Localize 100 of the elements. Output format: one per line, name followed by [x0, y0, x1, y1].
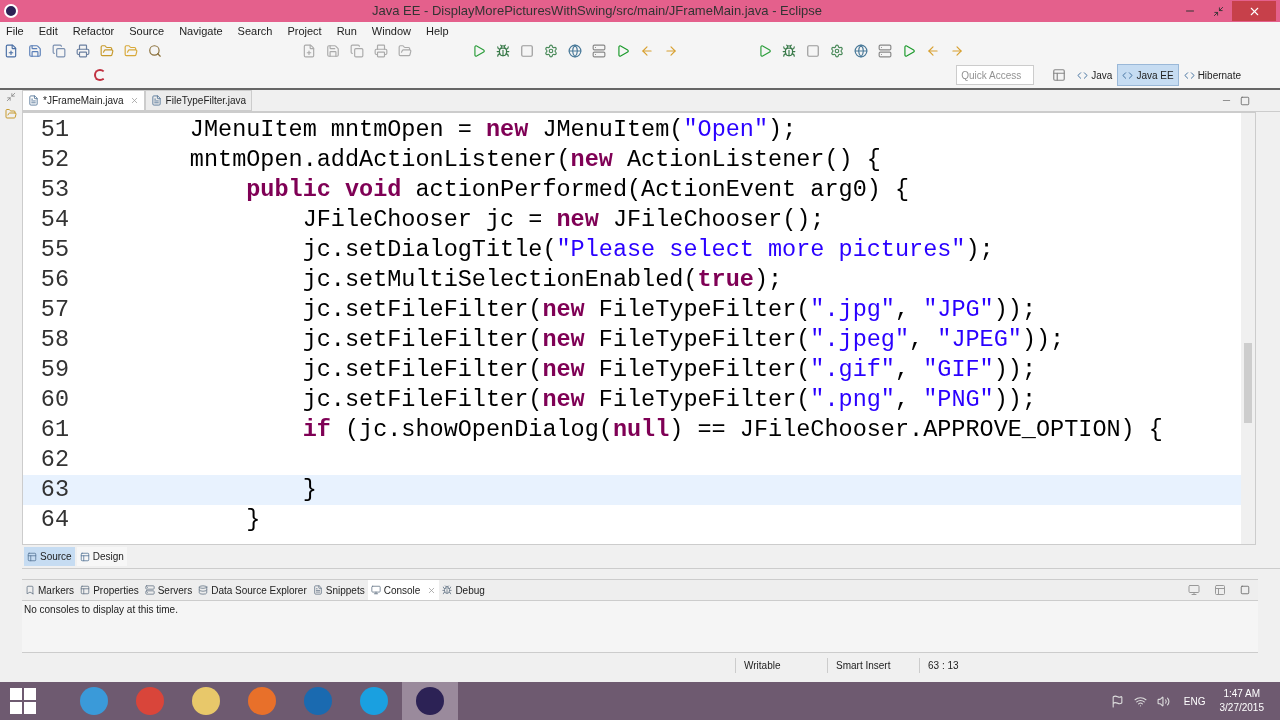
perspective-button[interactable]: Java [1072, 64, 1118, 86]
run-icon[interactable] [902, 44, 916, 58]
gear-icon[interactable] [544, 44, 558, 58]
code-line: JFileChooser jc = new JFileChooser(); [301, 205, 825, 236]
server-icon[interactable] [878, 44, 892, 58]
close-icon[interactable] [129, 96, 139, 105]
menu-item[interactable]: Refactor [72, 22, 115, 40]
quick-access-field[interactable]: Quick Access [956, 65, 1035, 85]
perspective-label: Java [1091, 68, 1113, 83]
code-icon [1183, 69, 1195, 81]
code-line: jc.setDialogTitle("Please select more pictures"); [301, 235, 994, 266]
bug-icon[interactable] [782, 44, 796, 58]
menu-item[interactable]: Navigate [179, 22, 223, 40]
save-icon[interactable] [28, 44, 42, 58]
network-icon[interactable] [1133, 694, 1147, 708]
view-icon [442, 585, 453, 595]
search-icon[interactable] [148, 44, 162, 58]
menu-item[interactable]: File [6, 22, 24, 40]
globe-icon[interactable] [568, 44, 582, 58]
tab-label: Data Source Explorer [211, 583, 307, 598]
tab-label: Servers [157, 583, 193, 598]
new-file-icon[interactable] [302, 44, 316, 58]
bug-icon[interactable] [496, 44, 510, 58]
code-editor[interactable] [22, 112, 1256, 545]
printer-icon[interactable] [76, 44, 90, 58]
arrow-left-icon[interactable] [926, 44, 940, 58]
tab-label: Snippets [325, 583, 365, 598]
editor-mode-tab[interactable]: Design [76, 547, 127, 566]
maximize-icon[interactable] [1240, 585, 1250, 595]
arrow-right-icon[interactable] [950, 44, 964, 58]
editor-tab[interactable]: *JFrameMain.java [22, 90, 145, 111]
menu-item[interactable]: Source [129, 22, 165, 40]
speaker-icon[interactable] [1156, 694, 1170, 708]
view-icon [144, 585, 155, 595]
menu-item[interactable]: Run [336, 22, 357, 40]
perspective-label: Java EE [1136, 68, 1174, 83]
code-icon [1122, 69, 1134, 81]
maximize-icon[interactable] [1240, 96, 1250, 106]
tab-label: FileTypeFilter.java [165, 94, 247, 108]
menu-item[interactable]: Window [371, 22, 411, 40]
view-tab[interactable]: Properties [77, 580, 142, 600]
run-icon[interactable] [616, 44, 630, 58]
printer-icon[interactable] [374, 44, 388, 58]
view-tab[interactable]: Snippets [309, 580, 368, 600]
view-tab[interactable]: Markers [22, 580, 78, 600]
code-line: } [245, 505, 261, 536]
editor-tab[interactable]: FileTypeFilter.java [144, 90, 253, 111]
line-number: 59 [39, 355, 70, 386]
view-tab[interactable]: Console [367, 580, 440, 600]
line-number: 62 [39, 445, 70, 476]
line-number: 53 [39, 175, 70, 206]
code-line: jc.setFileFilter(new FileTypeFilter(".jpg", "JPG")); [301, 295, 1036, 326]
perspective-button[interactable]: Hibernate [1178, 64, 1246, 86]
tab-label: Markers [38, 583, 75, 598]
menu-item[interactable]: Project [287, 22, 322, 40]
copy-icon[interactable] [350, 44, 364, 58]
perspective-button[interactable]: Java EE [1117, 64, 1179, 86]
tab-label: *JFrameMain.java [43, 94, 124, 108]
tab-label: Design [92, 550, 124, 564]
restore-icon[interactable] [6, 92, 16, 102]
flag-icon[interactable] [1110, 694, 1124, 708]
window-icon[interactable] [1214, 584, 1226, 596]
view-tab[interactable]: Debug [439, 580, 488, 600]
perspective-label: Hibernate [1197, 68, 1241, 83]
line-number: 56 [39, 265, 70, 296]
language-indicator[interactable]: ENG [1183, 693, 1206, 709]
save-icon[interactable] [326, 44, 340, 58]
globe-icon[interactable] [854, 44, 868, 58]
stop-icon[interactable] [520, 44, 534, 58]
status-field: Smart Insert [827, 657, 919, 673]
view-tab[interactable]: Servers [141, 580, 196, 600]
view-tab[interactable]: Data Source Explorer [195, 580, 310, 600]
line-number: 57 [39, 295, 70, 326]
menu-item[interactable]: Edit [38, 22, 58, 40]
spinner-icon [94, 69, 106, 81]
view-icon [312, 585, 323, 595]
layout-icon [27, 551, 37, 562]
new-file-icon[interactable] [4, 44, 18, 58]
server-icon[interactable] [592, 44, 606, 58]
arrow-right-icon[interactable] [664, 44, 678, 58]
editor-mode-tab[interactable]: Source [24, 547, 75, 566]
display-icon[interactable] [1188, 584, 1200, 596]
run-icon[interactable] [472, 44, 486, 58]
close-icon[interactable] [427, 585, 437, 595]
file-icon [150, 95, 162, 106]
line-number: 52 [39, 145, 70, 176]
arrow-left-icon[interactable] [640, 44, 654, 58]
tab-label: Debug [455, 583, 485, 598]
windows-start-icon[interactable] [10, 688, 36, 714]
close-button[interactable] [1232, 1, 1276, 21]
line-number: 58 [39, 325, 70, 356]
run-icon[interactable] [758, 44, 772, 58]
stop-icon[interactable] [806, 44, 820, 58]
gear-icon[interactable] [830, 44, 844, 58]
menu-item[interactable]: Search [237, 22, 273, 40]
menu-item[interactable]: Help [426, 22, 449, 40]
vertical-scrollbar[interactable] [1241, 113, 1255, 544]
copy-icon[interactable] [52, 44, 66, 58]
code-line: } [301, 475, 317, 506]
open-perspective-icon[interactable] [1052, 68, 1067, 82]
